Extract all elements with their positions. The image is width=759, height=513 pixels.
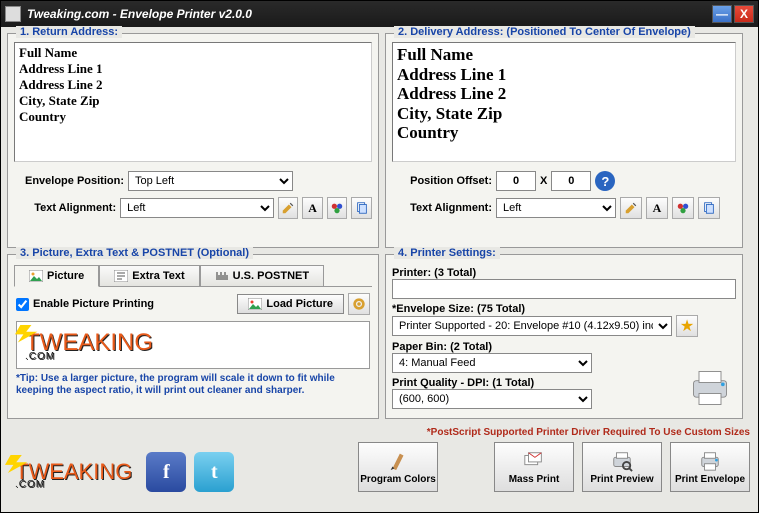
return-alignment-label: Text Alignment: (14, 202, 116, 214)
printer-select[interactable]: HP LaserJet 1020 (392, 279, 736, 299)
program-colors-button[interactable]: Program Colors (358, 442, 438, 492)
picture-panel-title: 3. Picture, Extra Text & POSTNET (Option… (16, 247, 253, 259)
delivery-address-input[interactable]: Full Name Address Line 1 Address Line 2 … (392, 42, 736, 162)
tab-picture[interactable]: Picture (14, 265, 99, 287)
print-envelope-button[interactable]: Print Envelope (670, 442, 750, 492)
return-font-icon[interactable]: A (302, 197, 323, 219)
delivery-panel-title: 2. Delivery Address: (Positioned To Cent… (394, 26, 695, 38)
paper-bin-label: Paper Bin: (2 Total) (392, 341, 736, 353)
envelope-position-select[interactable]: Top Left (128, 171, 293, 191)
window-title: Tweaking.com - Envelope Printer v2.0.0 (27, 7, 710, 21)
picture-panel: 3. Picture, Extra Text & POSTNET (Option… (7, 254, 379, 419)
load-picture-button[interactable]: Load Picture (237, 294, 344, 314)
delivery-alignment-select[interactable]: Left (496, 198, 616, 218)
paper-bin-select[interactable]: 4: Manual Feed (392, 353, 592, 373)
favorite-size-button[interactable]: ★ (676, 315, 698, 337)
delivery-color-icon[interactable] (672, 197, 694, 219)
printer-panel: 4. Printer Settings: Printer: (3 Total) … (385, 254, 743, 419)
return-address-input[interactable]: Full Name Address Line 1 Address Line 2 … (14, 42, 372, 162)
picture-tip: *Tip: Use a larger picture, the program … (16, 373, 370, 397)
dpi-label: Print Quality - DPI: (1 Total) (392, 377, 736, 389)
offset-separator: X (540, 175, 547, 187)
minimize-button[interactable]: — (712, 5, 732, 23)
tweaking-logo-icon: TWEAKING.COM (19, 327, 159, 364)
postscript-note: *PostScript Supported Printer Driver Req… (9, 427, 750, 438)
delivery-address-panel: 2. Delivery Address: (Positioned To Cent… (385, 33, 743, 248)
app-icon (5, 6, 21, 22)
printer-label: Printer: (3 Total) (392, 267, 736, 279)
print-preview-button[interactable]: Print Preview (582, 442, 662, 492)
envelope-position-label: Envelope Position: (14, 175, 124, 187)
offset-y-input[interactable] (551, 171, 591, 191)
return-alignment-select[interactable]: Left (120, 198, 274, 218)
envelope-size-label: *Envelope Size: (75 Total) (392, 303, 736, 315)
return-edit-icon[interactable] (278, 197, 299, 219)
star-icon: ★ (680, 316, 694, 336)
delivery-font-icon[interactable]: A (646, 197, 668, 219)
twitter-icon[interactable]: t (194, 452, 234, 492)
return-color-icon[interactable] (327, 197, 348, 219)
enable-picture-label: Enable Picture Printing (33, 298, 154, 310)
return-panel-title: 1. Return Address: (16, 26, 122, 38)
dpi-select[interactable]: (600, 600) (392, 389, 592, 409)
enable-picture-checkbox[interactable] (16, 298, 29, 311)
picture-preview: TWEAKING.COM (16, 321, 370, 369)
printer-icon (688, 366, 732, 410)
mass-print-button[interactable]: Mass Print (494, 442, 574, 492)
return-address-panel: 1. Return Address: Full Name Address Lin… (7, 33, 379, 248)
tab-postnet[interactable]: U.S. POSTNET (200, 265, 324, 286)
facebook-icon[interactable]: f (146, 452, 186, 492)
delivery-copy-icon[interactable] (698, 197, 720, 219)
position-offset-label: Position Offset: (392, 175, 492, 187)
tab-row: Picture Extra Text U.S. POSTNET (14, 265, 372, 287)
delivery-edit-icon[interactable] (620, 197, 642, 219)
offset-x-input[interactable] (496, 171, 536, 191)
tab-extra-text[interactable]: Extra Text (99, 265, 199, 286)
return-copy-icon[interactable] (351, 197, 372, 219)
close-button[interactable]: X (734, 5, 754, 23)
envelope-size-select[interactable]: Printer Supported - 20: Envelope #10 (4.… (392, 316, 672, 336)
printer-panel-title: 4. Printer Settings: (394, 247, 500, 259)
picture-settings-icon[interactable] (348, 293, 370, 315)
footer-logo-icon[interactable]: TWEAKING.COM (9, 457, 138, 492)
help-icon[interactable]: ? (595, 171, 615, 191)
titlebar: Tweaking.com - Envelope Printer v2.0.0 —… (1, 1, 758, 27)
delivery-alignment-label: Text Alignment: (392, 202, 492, 214)
